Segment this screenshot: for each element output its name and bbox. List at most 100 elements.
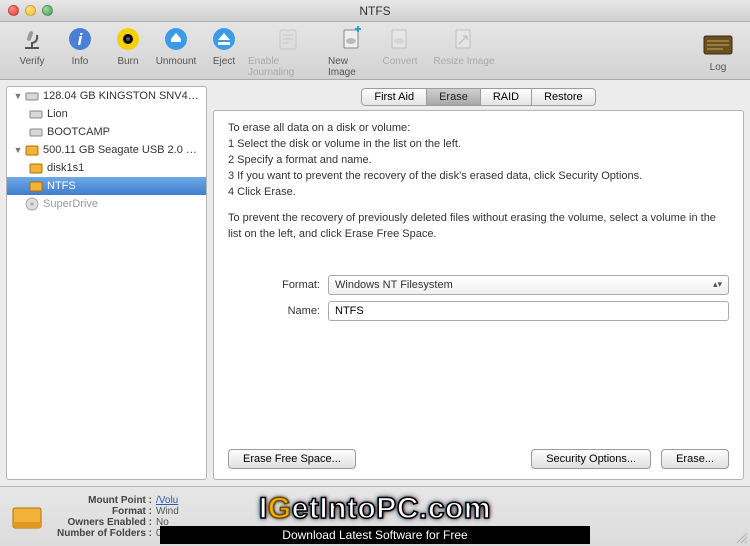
sidebar-container: ▼ 128.04 GB KINGSTON SNV425... Lion BOOT… — [0, 80, 213, 486]
unmount-icon — [163, 23, 189, 55]
main: ▼ 128.04 GB KINGSTON SNV425... Lion BOOT… — [0, 80, 750, 486]
format-select[interactable]: Windows NT Filesystem ▴▾ — [328, 275, 729, 295]
journaling-label: Enable Journaling — [248, 56, 328, 78]
enable-journaling-button[interactable]: Enable Journaling — [248, 23, 328, 78]
new-image-button[interactable]: New Image — [328, 23, 376, 78]
disclosure-triangle-icon[interactable]: ▼ — [13, 145, 23, 155]
erase-button[interactable]: Erase... — [661, 449, 729, 469]
mount-point-key: Mount Point : — [56, 495, 156, 506]
security-options-button[interactable]: Security Options... — [531, 449, 651, 469]
sidebar-item-label: SuperDrive — [43, 198, 98, 210]
unmount-label: Unmount — [156, 56, 197, 67]
internal-drive-icon — [29, 125, 43, 139]
convert-label: Convert — [382, 56, 417, 67]
resize-icon — [451, 23, 477, 55]
watermark-title: IGetIntoPC.com — [160, 492, 590, 526]
sidebar-item-bootcamp[interactable]: BOOTCAMP — [7, 123, 206, 141]
info-icon: i — [67, 23, 93, 55]
toolbar: Verify i Info Burn Unmount — [0, 22, 750, 80]
burn-icon — [115, 23, 141, 55]
external-drive-icon — [29, 161, 43, 175]
close-button[interactable] — [8, 5, 19, 16]
internal-drive-icon — [29, 107, 43, 121]
format-key: Format : — [56, 506, 156, 517]
resize-image-button[interactable]: Resize Image — [424, 23, 504, 78]
microscope-icon — [19, 23, 45, 55]
folders-key: Number of Folders : — [56, 528, 156, 539]
optical-drive-icon — [25, 197, 39, 211]
log-icon — [703, 29, 733, 61]
content: First Aid Erase RAID Restore To erase al… — [213, 80, 750, 486]
instr-step4: 4 Click Erase. — [228, 185, 729, 201]
minimize-button[interactable] — [25, 5, 36, 16]
disclosure-triangle-icon[interactable]: ▼ — [13, 91, 23, 101]
convert-icon — [387, 23, 413, 55]
tab-restore[interactable]: Restore — [531, 88, 596, 106]
info-button[interactable]: i Info — [56, 23, 104, 78]
instructions: To erase all data on a disk or volume: 1… — [228, 121, 729, 243]
log-button[interactable]: Log — [694, 29, 742, 73]
verify-button[interactable]: Verify — [8, 23, 56, 78]
window-title: NTFS — [0, 4, 750, 18]
eject-button[interactable]: Eject — [200, 23, 248, 78]
sidebar-item-ntfs[interactable]: NTFS — [7, 177, 206, 195]
instr-note: To prevent the recovery of previously de… — [228, 211, 729, 243]
footer: Mount Point :/Volu Format :Wind Owners E… — [0, 486, 750, 546]
sidebar-item-lion[interactable]: Lion — [7, 105, 206, 123]
external-drive-icon — [29, 179, 43, 193]
instr-step3: 3 If you want to prevent the recovery of… — [228, 169, 729, 185]
sidebar-item-superdrive[interactable]: SuperDrive — [7, 195, 206, 213]
format-label: Format: — [228, 279, 328, 291]
verify-label: Verify — [19, 56, 44, 67]
sidebar-item-seagate[interactable]: ▼ 500.11 GB Seagate USB 2.0 Ca... — [7, 141, 206, 159]
owners-key: Owners Enabled : — [56, 517, 156, 528]
sidebar[interactable]: ▼ 128.04 GB KINGSTON SNV425... Lion BOOT… — [6, 86, 207, 480]
tab-first-aid[interactable]: First Aid — [361, 88, 426, 106]
sidebar-item-label: disk1s1 — [47, 162, 84, 174]
button-row: Erase Free Space... Security Options... … — [228, 449, 729, 469]
chevron-updown-icon: ▴▾ — [713, 279, 722, 290]
titlebar: NTFS — [0, 0, 750, 22]
folders-value: 0 — [156, 528, 162, 539]
eject-icon — [211, 23, 237, 55]
resize-grip-icon[interactable] — [736, 532, 748, 544]
new-image-label: New Image — [328, 56, 376, 78]
format-value: Windows NT Filesystem — [335, 279, 453, 291]
watermark-overlay: IGetIntoPC.com Download Latest Software … — [160, 492, 590, 544]
tab-raid[interactable]: RAID — [480, 88, 531, 106]
internal-drive-icon — [25, 89, 39, 103]
journaling-icon — [275, 23, 301, 55]
name-label: Name: — [228, 305, 328, 317]
new-image-icon — [339, 23, 365, 55]
sidebar-item-disk1s1[interactable]: disk1s1 — [7, 159, 206, 177]
sidebar-item-kingston[interactable]: ▼ 128.04 GB KINGSTON SNV425... — [7, 87, 206, 105]
erase-free-space-button[interactable]: Erase Free Space... — [228, 449, 356, 469]
name-row: Name: — [228, 301, 729, 321]
info-label: Info — [72, 56, 89, 67]
mount-point-value[interactable]: /Volu — [156, 495, 178, 506]
tab-bar: First Aid Erase RAID Restore — [213, 88, 744, 106]
window: NTFS Verify i Info Burn — [0, 0, 750, 546]
sidebar-item-label: BOOTCAMP — [47, 126, 110, 138]
tab-erase[interactable]: Erase — [426, 88, 480, 106]
burn-label: Burn — [117, 56, 138, 67]
name-input[interactable] — [328, 301, 729, 321]
eject-label: Eject — [213, 56, 235, 67]
burn-button[interactable]: Burn — [104, 23, 152, 78]
sidebar-item-label: 500.11 GB Seagate USB 2.0 Ca... — [43, 144, 202, 156]
format-value: Wind — [156, 506, 179, 517]
volume-icon — [10, 500, 44, 534]
log-label: Log — [710, 62, 727, 73]
window-controls — [8, 5, 53, 16]
external-drive-icon — [25, 143, 39, 157]
zoom-button[interactable] — [42, 5, 53, 16]
convert-button[interactable]: Convert — [376, 23, 424, 78]
unmount-button[interactable]: Unmount — [152, 23, 200, 78]
format-row: Format: Windows NT Filesystem ▴▾ — [228, 275, 729, 295]
instr-step2: 2 Specify a format and name. — [228, 153, 729, 169]
instr-step1: 1 Select the disk or volume in the list … — [228, 137, 729, 153]
owners-value: No — [156, 517, 169, 528]
instr-intro: To erase all data on a disk or volume: — [228, 121, 729, 137]
resize-label: Resize Image — [433, 56, 494, 67]
sidebar-item-label: Lion — [47, 108, 68, 120]
